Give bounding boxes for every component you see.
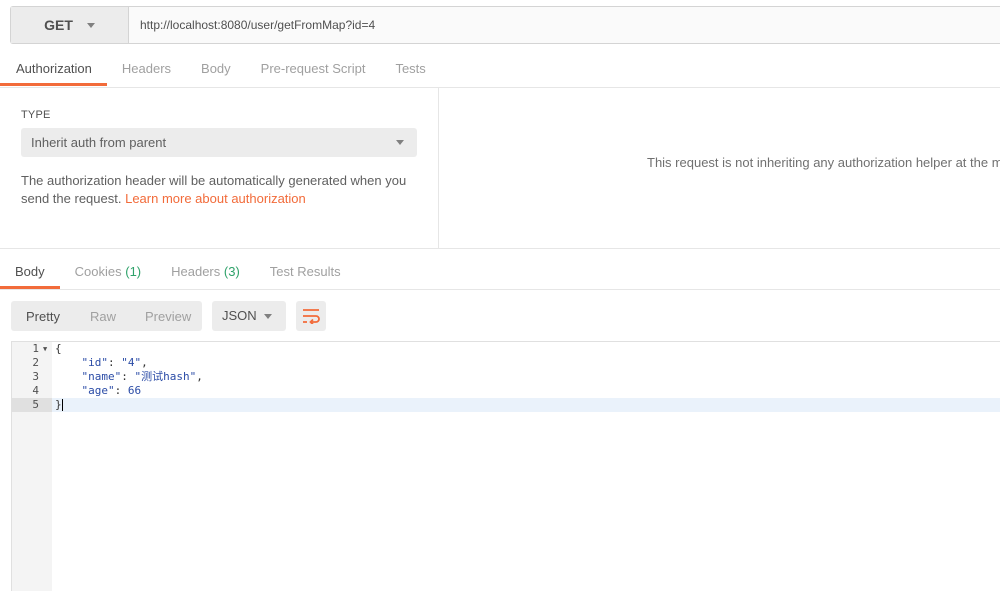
pretty-button[interactable]: Pretty xyxy=(11,309,60,324)
text-cursor xyxy=(61,399,63,411)
chevron-down-icon xyxy=(264,314,272,319)
json-key: "age" xyxy=(81,384,115,397)
auth-info-message: This request is not inheriting any autho… xyxy=(647,155,1000,170)
url-input[interactable] xyxy=(129,7,1000,43)
line-number: 5 xyxy=(12,398,52,412)
auth-type-value: Inherit auth from parent xyxy=(31,135,167,150)
response-tabs: Body Cookies (1) Headers (3) Test Result… xyxy=(0,257,356,289)
line-number: 3 xyxy=(32,370,39,383)
tab-authorization[interactable]: Authorization xyxy=(0,54,107,86)
code-line: 1 ▼ { xyxy=(12,342,1000,356)
preview-button[interactable]: Preview xyxy=(116,309,191,324)
view-mode-group: Pretty Raw Preview xyxy=(11,301,202,331)
request-tabs: Authorization Headers Body Pre-request S… xyxy=(0,54,441,86)
request-bar: GET xyxy=(10,6,1000,44)
wrap-lines-icon xyxy=(303,309,320,324)
json-number: 66 xyxy=(127,384,142,397)
tab-cookies-label: Cookies xyxy=(74,264,122,279)
json-string: "测试hash" xyxy=(134,370,197,383)
fold-arrow-icon[interactable]: ▼ xyxy=(43,342,47,356)
raw-button[interactable]: Raw xyxy=(60,309,116,324)
line-number: 2 xyxy=(32,356,39,369)
cookies-count: (1) xyxy=(125,264,142,279)
auth-settings-panel: TYPE Inherit auth from parent The author… xyxy=(0,88,439,248)
code-line: 4 "age": 66 xyxy=(12,384,1000,398)
format-select[interactable]: JSON xyxy=(212,301,286,331)
divider xyxy=(0,289,1000,290)
code-text: "id": "4", xyxy=(81,356,148,369)
tab-response-body[interactable]: Body xyxy=(0,257,60,289)
json-key: "name" xyxy=(81,370,122,383)
auth-type-label: TYPE xyxy=(21,109,51,121)
auth-description: The authorization header will be automat… xyxy=(21,172,421,208)
divider xyxy=(0,248,1000,249)
tab-test-results[interactable]: Test Results xyxy=(255,257,356,289)
headers-count: (3) xyxy=(223,264,240,279)
code-line: 2 "id": "4", xyxy=(12,356,1000,370)
json-string: "4" xyxy=(121,356,142,369)
format-value: JSON xyxy=(222,308,257,323)
chevron-down-icon xyxy=(86,22,95,28)
code-text: { xyxy=(55,342,62,356)
tab-headers-label: Headers xyxy=(171,264,221,279)
method-label: GET xyxy=(44,17,73,33)
tab-response-headers[interactable]: Headers (3) xyxy=(156,257,255,289)
wrap-lines-button[interactable] xyxy=(296,301,326,331)
chevron-down-icon xyxy=(396,140,404,145)
code-text: "name": "测试hash", xyxy=(81,370,203,383)
code-line: 5 } xyxy=(12,398,1000,412)
code-text: "age": 66 xyxy=(81,384,142,397)
tab-cookies[interactable]: Cookies (1) xyxy=(60,257,156,289)
line-number: 4 xyxy=(32,384,39,397)
brace: { xyxy=(55,342,62,355)
code-text: } xyxy=(55,398,63,412)
tab-tests[interactable]: Tests xyxy=(380,54,440,86)
tab-headers[interactable]: Headers xyxy=(107,54,186,86)
code-line: 3 "name": "测试hash", xyxy=(12,370,1000,384)
json-key: "id" xyxy=(81,356,109,369)
tab-body[interactable]: Body xyxy=(186,54,246,86)
tab-pre-request-script[interactable]: Pre-request Script xyxy=(246,54,381,86)
brace: } xyxy=(55,398,62,411)
auth-type-select[interactable]: Inherit auth from parent xyxy=(21,128,417,157)
response-body-editor[interactable]: 1 ▼ { 2 "id": "4", 3 "name": "测试hash", 4… xyxy=(11,341,1000,591)
method-select[interactable]: GET xyxy=(11,7,129,43)
learn-more-link[interactable]: Learn more about authorization xyxy=(125,191,306,206)
